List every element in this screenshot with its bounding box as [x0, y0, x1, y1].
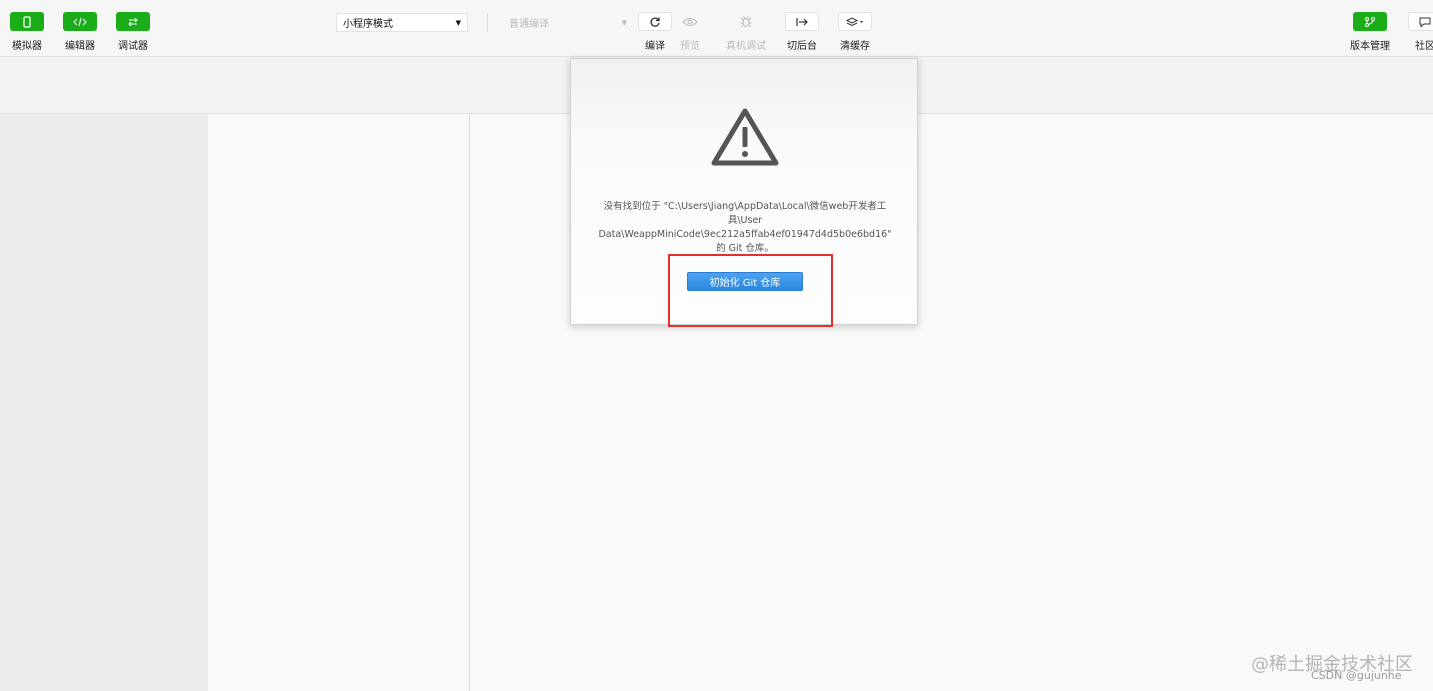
chat-bubble-icon [1408, 12, 1433, 31]
mode-select[interactable]: 小程序模式 ▼ [336, 13, 468, 32]
mode-select-value: 小程序模式 [343, 19, 393, 30]
debug-arrows-icon [116, 12, 150, 31]
message-line: 具\User [727, 215, 763, 226]
editor-label: 编辑器 [65, 41, 95, 52]
version-management-label: 版本管理 [1350, 41, 1390, 52]
version-management-button[interactable]: 版本管理 [1350, 12, 1390, 52]
caret-down-icon: ▼ [455, 18, 461, 27]
switch-background-icon [785, 12, 819, 31]
layers-icon [838, 12, 872, 31]
toolbar: 模拟器 编辑器 调试器 小程序模式 ▼ 普通编译 ▼ 编译 预览 真机调试 切后… [0, 0, 1433, 57]
compile-mode-select[interactable]: 普通编译 ▼ [503, 13, 633, 32]
message-line: 没有找到位于 "C:\Users\Jiang\AppData\Local\微信w… [603, 201, 887, 212]
toolbar-divider [487, 13, 488, 32]
debugger-label: 调试器 [118, 41, 148, 52]
eye-icon [674, 12, 706, 31]
simulator-label: 模拟器 [12, 41, 42, 52]
code-icon [63, 12, 97, 31]
message-line: Data\WeappMiniCode\9ec212a5ffab4ef01947d… [598, 229, 892, 240]
file-tree-panel [208, 114, 470, 691]
community-label: 社区 [1415, 41, 1433, 52]
background-button[interactable]: 切后台 [785, 12, 819, 52]
preview-button[interactable]: 预览 [674, 12, 706, 52]
dialog-message: 没有找到位于 "C:\Users\Jiang\AppData\Local\微信w… [589, 200, 901, 256]
clear-cache-button[interactable]: 清缓存 [838, 12, 872, 52]
compile-mode-value: 普通编译 [509, 19, 549, 30]
editor-button[interactable]: 编辑器 [63, 12, 97, 52]
remote-debug-label: 真机调试 [726, 41, 766, 52]
compile-button[interactable]: 编译 [638, 12, 672, 52]
background-label: 切后台 [787, 41, 817, 52]
compile-label: 编译 [645, 41, 665, 52]
branch-icon [1353, 12, 1387, 31]
preview-label: 预览 [680, 41, 700, 52]
refresh-icon [638, 12, 672, 31]
remote-debug-button[interactable]: 真机调试 [725, 12, 767, 52]
simulator-panel [0, 114, 208, 691]
phone-icon [10, 12, 44, 31]
caret-down-icon: ▼ [621, 18, 627, 27]
highlight-annotation-box [668, 254, 833, 327]
warning-icon [711, 108, 779, 166]
community-button[interactable]: 社区 [1408, 12, 1433, 52]
clear-cache-label: 清缓存 [840, 41, 870, 52]
watermark-csdn: CSDN @gujunhe [1311, 669, 1402, 682]
debugger-button[interactable]: 调试器 [116, 12, 150, 52]
bug-icon [725, 12, 767, 31]
simulator-button[interactable]: 模拟器 [10, 12, 44, 52]
